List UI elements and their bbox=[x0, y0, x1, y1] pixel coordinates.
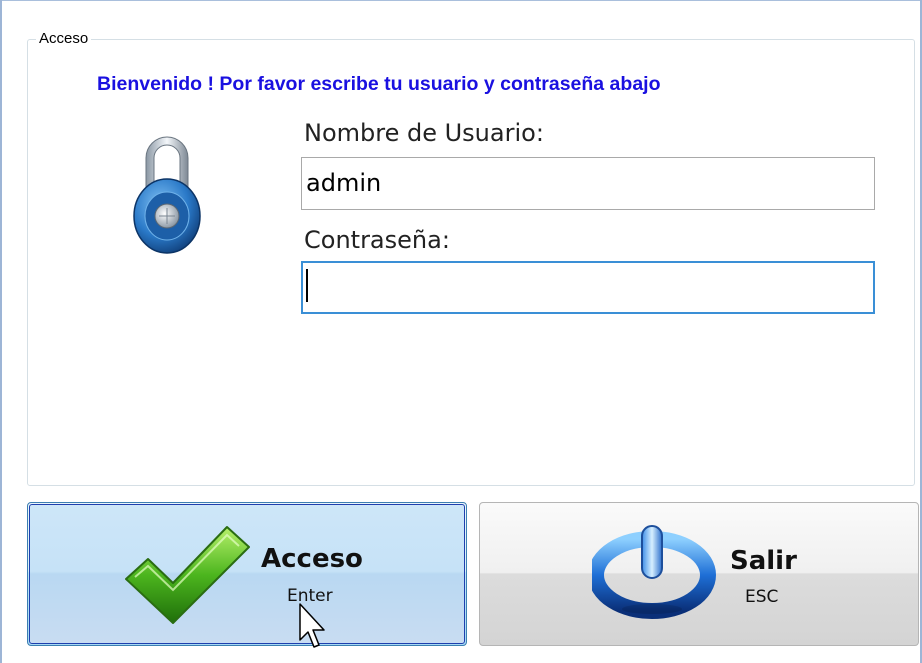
padlock-icon bbox=[133, 136, 201, 254]
username-input[interactable]: admin bbox=[301, 157, 875, 210]
checkmark-icon bbox=[125, 526, 250, 624]
groupbox-legend: Acceso bbox=[36, 29, 92, 49]
login-button-title: Acceso bbox=[261, 544, 363, 574]
password-input[interactable] bbox=[301, 261, 875, 314]
exit-button-title: Salir bbox=[730, 546, 797, 576]
password-label: Contraseña: bbox=[304, 226, 450, 254]
window-left-border bbox=[0, 0, 2, 663]
window-top-border bbox=[0, 0, 922, 1]
login-button[interactable]: Acceso Enter bbox=[27, 502, 467, 646]
welcome-message: Bienvenido ! Por favor escribe tu usuari… bbox=[97, 73, 661, 95]
exit-button[interactable]: Salir ESC bbox=[479, 502, 919, 646]
mouse-pointer-icon bbox=[299, 603, 325, 648]
exit-button-shortcut: ESC bbox=[745, 587, 779, 607]
power-icon bbox=[592, 525, 716, 619]
text-caret bbox=[306, 269, 308, 302]
username-label: Nombre de Usuario: bbox=[304, 119, 544, 147]
